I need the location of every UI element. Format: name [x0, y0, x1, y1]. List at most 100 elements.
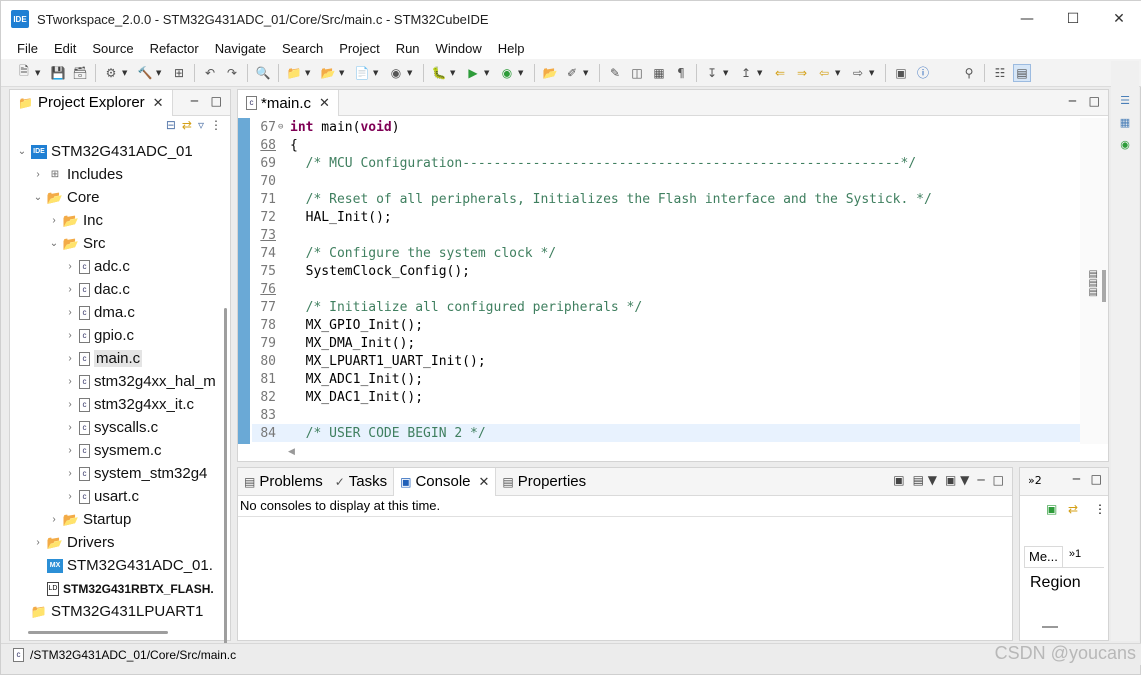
- chevron-right-icon[interactable]: ›: [64, 491, 76, 502]
- pilcrow-icon[interactable]: ¶: [672, 64, 690, 82]
- toggle-icon[interactable]: ◫: [628, 64, 646, 82]
- external-tools-icon[interactable]: ◉: [498, 64, 516, 82]
- menu-source[interactable]: Source: [84, 41, 141, 56]
- tree-item[interactable]: › c stm32g4xx_it.c: [10, 393, 218, 416]
- maximize-view-icon[interactable]: □: [211, 94, 222, 108]
- pin-editor-icon[interactable]: ▣: [892, 64, 910, 82]
- settings-icon[interactable]: ⚙: [102, 64, 120, 82]
- redo-icon[interactable]: ↷: [223, 64, 241, 82]
- binary-icon[interactable]: ⊞: [170, 64, 188, 82]
- chevron-right-icon[interactable]: ›: [64, 376, 76, 387]
- maximize-button[interactable]: ☐: [1050, 1, 1096, 37]
- run-dropdown-icon[interactable]: ▼: [484, 69, 492, 77]
- run-icon[interactable]: ▶: [464, 64, 482, 82]
- chevron-down-icon[interactable]: ⌄: [48, 238, 60, 249]
- chevron-right-icon[interactable]: ›: [32, 169, 44, 180]
- code-line[interactable]: 71 /* Reset of all peripherals, Initiali…: [252, 190, 1080, 208]
- undo-icon[interactable]: ↶: [201, 64, 219, 82]
- tree-item[interactable]: › c usart.c: [10, 485, 218, 508]
- menu-navigate[interactable]: Navigate: [207, 41, 274, 56]
- maximize-view-icon[interactable]: □: [993, 473, 1004, 487]
- tree-item[interactable]: › c stm32g4xx_hal_m: [10, 370, 218, 393]
- block-icon[interactable]: ▦: [650, 64, 668, 82]
- save-icon[interactable]: 💾: [49, 64, 67, 82]
- back-icon[interactable]: ⇦: [815, 64, 833, 82]
- tree-item[interactable]: › c dma.c: [10, 301, 218, 324]
- next-annotation-icon[interactable]: ↧: [703, 64, 721, 82]
- tree-item[interactable]: › c syscalls.c: [10, 416, 218, 439]
- chevron-right-icon[interactable]: ›: [48, 514, 60, 525]
- menu-search[interactable]: Search: [274, 41, 331, 56]
- close-window-button[interactable]: ✕: [1096, 1, 1141, 37]
- chevron-right-icon[interactable]: ›: [64, 422, 76, 433]
- debug-dropdown-icon[interactable]: ▼: [450, 69, 458, 77]
- marker-icon[interactable]: ✐: [563, 64, 581, 82]
- code-line[interactable]: 80 MX_LPUART1_UART_Init();: [252, 352, 1080, 370]
- maximize-view-icon[interactable]: □: [1089, 94, 1100, 108]
- open-folder-icon[interactable]: 📂: [541, 64, 559, 82]
- chevron-right-icon[interactable]: ›: [64, 307, 76, 318]
- tree-item[interactable]: › 📂 Inc: [10, 209, 218, 232]
- next-edit-icon[interactable]: ⇒: [793, 64, 811, 82]
- menu-help[interactable]: Help: [490, 41, 533, 56]
- tree-item[interactable]: MX STM32G431ADC_01.: [10, 554, 218, 577]
- display-console-icon[interactable]: ▤ ▼: [913, 473, 937, 487]
- view-menu-icon[interactable]: ⋮: [1094, 502, 1106, 516]
- code-line[interactable]: 84 /* USER CODE BEGIN 2 */: [252, 424, 1080, 442]
- code-line[interactable]: 67 ⊖ int main(void): [252, 118, 1080, 136]
- menu-project[interactable]: Project: [331, 41, 387, 56]
- tab-console[interactable]: ▣ Console ✕: [393, 467, 497, 496]
- new-project-dropdown-icon[interactable]: ▼: [305, 69, 313, 77]
- maximize-view-icon[interactable]: □: [1091, 472, 1102, 486]
- collapse-all-icon[interactable]: ⊟: [166, 118, 176, 138]
- tree-item[interactable]: › ⊞ Includes: [10, 163, 218, 186]
- open-perspective-icon[interactable]: ☷: [991, 64, 1009, 82]
- scroll-left-icon[interactable]: ◀: [288, 447, 295, 457]
- back-dropdown-icon[interactable]: ▼: [835, 69, 843, 77]
- chevron-right-icon[interactable]: ›: [64, 261, 76, 272]
- external-tools-dropdown-icon[interactable]: ▼: [518, 69, 526, 77]
- new-file-dropdown-icon[interactable]: ▼: [373, 69, 381, 77]
- tree-item[interactable]: › c gpio.c: [10, 324, 218, 347]
- menu-window[interactable]: Window: [428, 41, 490, 56]
- chevron-right-icon[interactable]: ›: [48, 215, 60, 226]
- cpp-perspective-icon[interactable]: ▤: [1013, 63, 1031, 82]
- code-line[interactable]: 78 MX_GPIO_Init();: [252, 316, 1080, 334]
- link-editor-icon[interactable]: ⇄: [182, 118, 192, 138]
- pin-console-icon[interactable]: ▣: [893, 473, 904, 487]
- edit-icon[interactable]: ✎: [606, 64, 624, 82]
- build-targets-icon[interactable]: ▦: [1115, 113, 1135, 131]
- close-icon[interactable]: ✕: [319, 95, 330, 111]
- code-line[interactable]: 74 /* Configure the system clock */: [252, 244, 1080, 262]
- new-class-dropdown-icon[interactable]: ▼: [407, 69, 415, 77]
- vertical-scrollbar[interactable]: [224, 308, 227, 658]
- close-icon[interactable]: ✕: [479, 474, 490, 490]
- menu-edit[interactable]: Edit: [46, 41, 84, 56]
- code-line[interactable]: 68 {: [252, 136, 1080, 154]
- menu-run[interactable]: Run: [388, 41, 428, 56]
- search-files-icon[interactable]: 🔍: [254, 64, 272, 82]
- chevron-down-icon[interactable]: ⌄: [32, 192, 44, 203]
- prev-annotation-dropdown-icon[interactable]: ▼: [757, 69, 765, 77]
- tree-item[interactable]: › c system_stm32g4: [10, 462, 218, 485]
- tab-memory[interactable]: Me...: [1024, 546, 1063, 567]
- vertical-scrollbar[interactable]: [1102, 270, 1106, 302]
- forward-icon[interactable]: ⇨: [849, 64, 867, 82]
- settings-dropdown-icon[interactable]: ▼: [122, 69, 130, 77]
- menu-refactor[interactable]: Refactor: [142, 41, 207, 56]
- build-dropdown-icon[interactable]: ▼: [156, 69, 164, 77]
- chevron-right-icon[interactable]: ›: [32, 537, 44, 548]
- view-menu-icon[interactable]: ⋮: [210, 118, 222, 138]
- memory-overflow-tabs[interactable]: »1: [1063, 546, 1087, 567]
- outline-icon[interactable]: ☰: [1115, 91, 1135, 109]
- chevron-right-icon[interactable]: ›: [64, 399, 76, 410]
- new-folder-dropdown-icon[interactable]: ▼: [339, 69, 347, 77]
- open-console-icon[interactable]: ▣ ▼: [945, 473, 969, 487]
- chevron-right-icon[interactable]: ›: [64, 468, 76, 479]
- code-line[interactable]: 79 MX_DMA_Init();: [252, 334, 1080, 352]
- new-rendering-icon[interactable]: ▣: [1046, 502, 1057, 516]
- save-all-icon[interactable]: 🗃: [71, 64, 89, 82]
- info-icon[interactable]: ⓘ: [914, 64, 932, 82]
- tree-item[interactable]: › 📂 Startup: [10, 508, 218, 531]
- tab-main-c[interactable]: c *main.c ✕: [238, 90, 339, 116]
